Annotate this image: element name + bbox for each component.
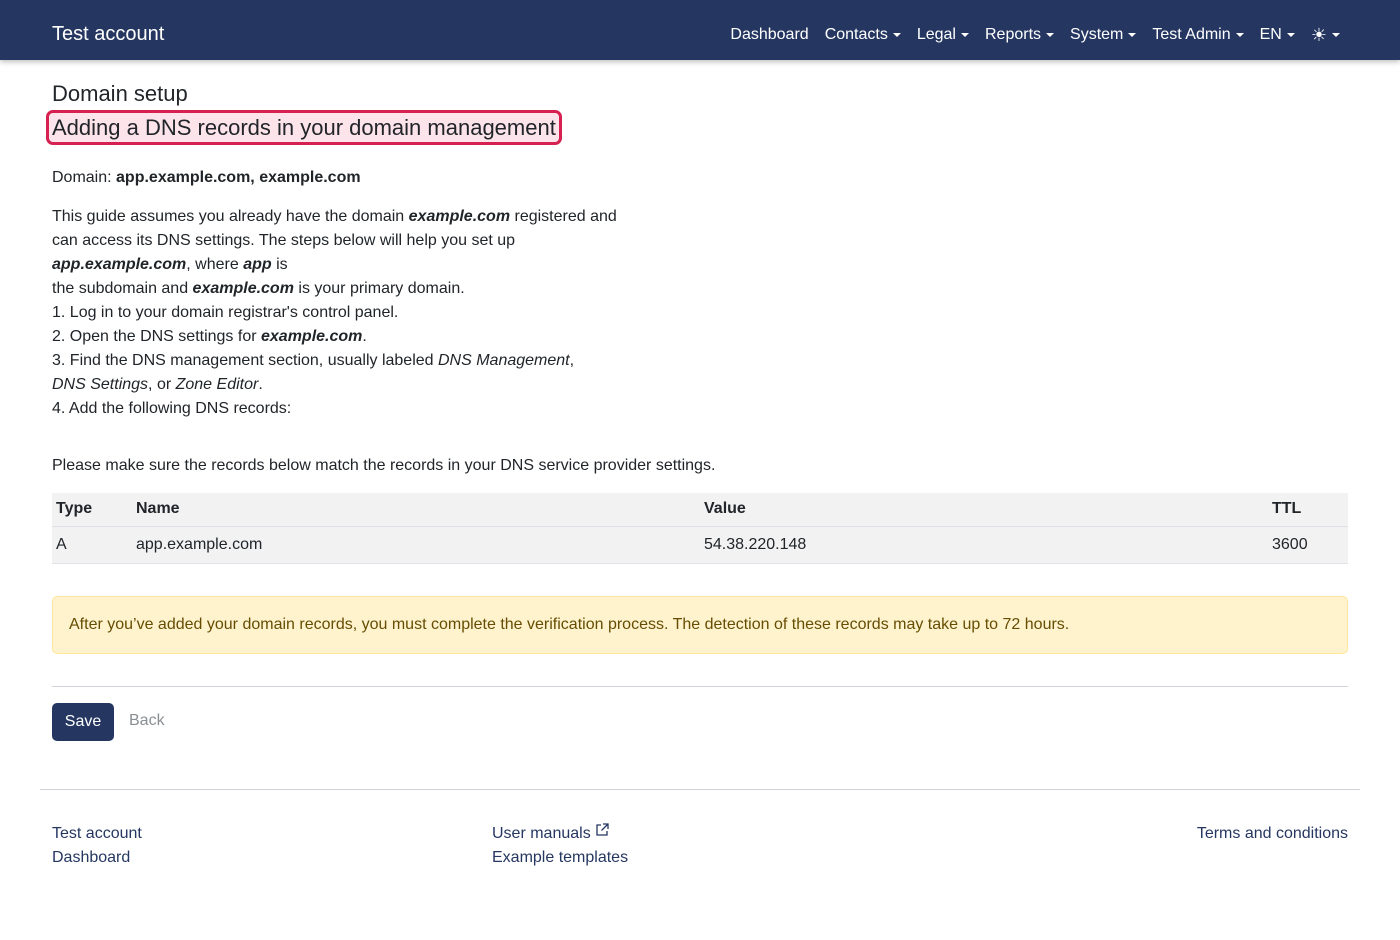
divider — [52, 686, 1348, 687]
domain-label: Domain: — [52, 169, 112, 186]
domain-line: Domain: app.example.com, example.com — [52, 168, 361, 188]
caret-down-icon — [1235, 33, 1244, 37]
guide-step: 3. Find the DNS management section, usua… — [52, 352, 575, 369]
nav-dashboard-label: Dashboard — [730, 26, 809, 43]
user-manuals-label: User manuals — [492, 825, 591, 842]
guide-step: 1. Log in to your domain registrar's con… — [52, 304, 399, 321]
guide-line: app.example.com, where app is — [52, 256, 288, 273]
table-header-row: Type Name Value TTL — [52, 493, 1348, 527]
guide-step: DNS Settings, or Zone Editor. — [52, 376, 263, 393]
setup-guide: This guide assumes you already have the … — [52, 205, 652, 421]
top-navbar: Test account Dashboard Contacts Legal Re… — [0, 0, 1400, 60]
nav-language-label: EN — [1259, 26, 1282, 43]
caret-down-icon — [960, 33, 969, 37]
caret-down-icon — [1286, 33, 1295, 37]
col-ttl-header: TTL — [1268, 493, 1348, 527]
page-title: Domain setup — [52, 81, 188, 106]
col-value-header: Value — [700, 493, 1268, 527]
nav-dashboard[interactable]: Dashboard — [730, 24, 808, 46]
table-row: A app.example.com 54.38.220.148 3600 — [52, 526, 1348, 564]
guide-line: This guide assumes you already have the … — [52, 208, 617, 225]
record-value: 54.38.220.148 — [700, 526, 1268, 564]
guide-line: the subdomain and example.com is your pr… — [52, 280, 465, 297]
nav-reports-label: Reports — [984, 26, 1042, 43]
caret-down-icon — [1332, 33, 1340, 37]
nav-contacts-label: Contacts — [824, 26, 888, 43]
footer-link-account[interactable]: Test account — [52, 824, 142, 844]
nav-user-dropdown[interactable]: Test Admin — [1152, 24, 1244, 46]
nav-user-label: Test Admin — [1152, 26, 1231, 43]
guide-step: 4. Add the following DNS records: — [52, 400, 292, 417]
footer-divider — [40, 789, 1360, 790]
record-ttl: 3600 — [1268, 526, 1348, 564]
sun-icon: ☀ — [1310, 25, 1327, 45]
caret-down-icon — [1046, 33, 1055, 37]
domain-value: app.example.com, example.com — [116, 169, 361, 186]
nav-legal-label: Legal — [916, 26, 956, 43]
guide-line: can access its DNS settings. The steps b… — [52, 232, 516, 249]
brand-link[interactable]: Test account — [52, 22, 164, 46]
footer-link-dashboard[interactable]: Dashboard — [52, 848, 130, 868]
record-type: A — [52, 526, 132, 564]
external-link-icon — [596, 823, 609, 836]
footer-link-user-manuals[interactable]: User manuals — [492, 823, 610, 844]
nav-system-dropdown[interactable]: System — [1070, 24, 1137, 46]
col-type-header: Type — [52, 493, 132, 527]
nav-menu: Dashboard Contacts Legal Reports System … — [714, 24, 1340, 46]
save-button[interactable]: Save — [52, 703, 114, 741]
nav-legal-dropdown[interactable]: Legal — [917, 24, 969, 46]
nav-system-label: System — [1070, 26, 1124, 43]
caret-down-icon — [1128, 33, 1137, 37]
nav-reports-dropdown[interactable]: Reports — [984, 24, 1055, 46]
nav-language-dropdown[interactable]: EN — [1260, 24, 1295, 46]
footer-link-terms[interactable]: Terms and conditions — [1197, 824, 1348, 844]
verification-alert: After you’ve added your domain records, … — [52, 596, 1348, 654]
page-subtitle: Adding a DNS records in your domain mana… — [52, 115, 556, 140]
record-name: app.example.com — [132, 526, 700, 564]
dns-records-table: Type Name Value TTL A app.example.com 54… — [52, 493, 1348, 564]
nav-theme-dropdown[interactable]: ☀ — [1311, 25, 1340, 45]
col-name-header: Name — [132, 493, 700, 527]
footer-link-example-templates[interactable]: Example templates — [492, 848, 628, 868]
guide-step: 2. Open the DNS settings for example.com… — [52, 328, 367, 345]
back-link[interactable]: Back — [129, 711, 165, 731]
records-note: Please make sure the records below match… — [52, 457, 716, 474]
nav-contacts-dropdown[interactable]: Contacts — [825, 24, 901, 46]
caret-down-icon — [892, 33, 901, 37]
